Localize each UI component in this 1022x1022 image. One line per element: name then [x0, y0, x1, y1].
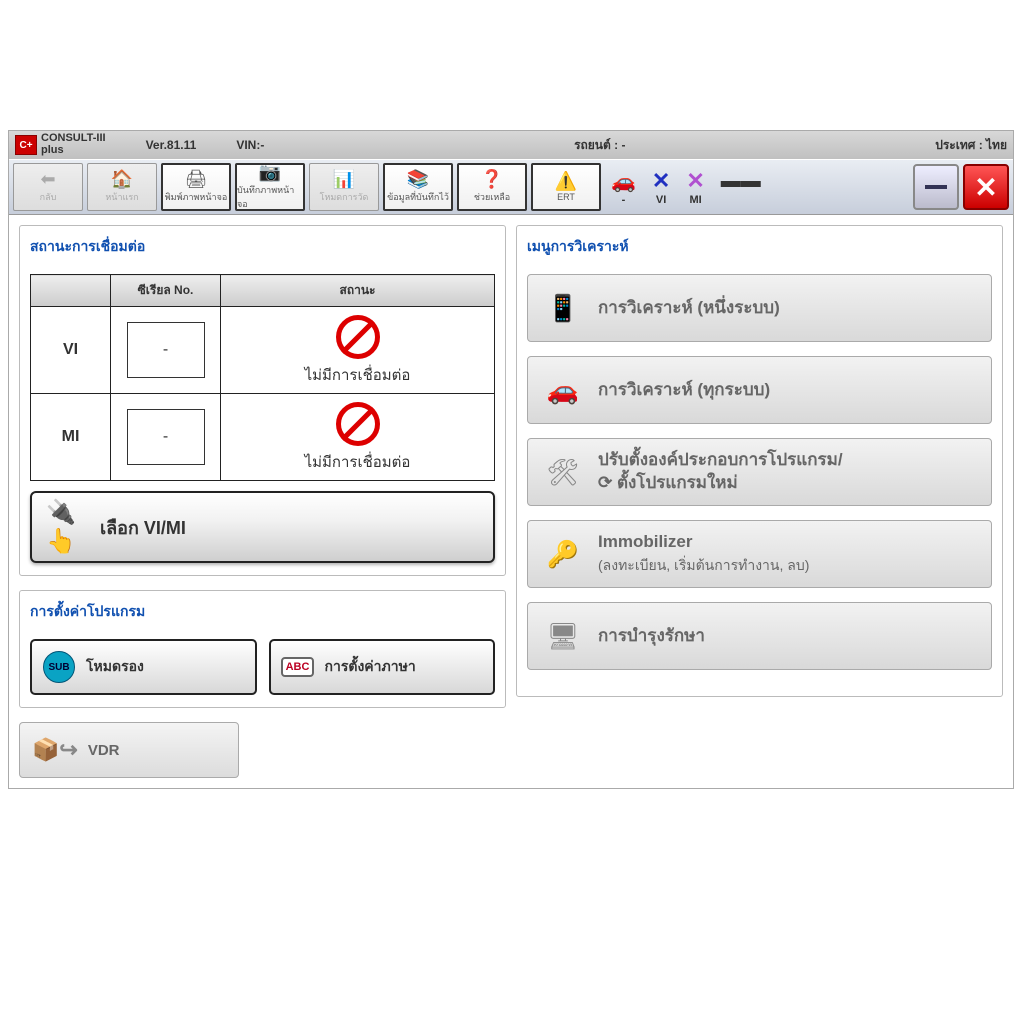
vin-label: VIN:-: [236, 138, 264, 152]
config-icon: 🛠: [542, 457, 584, 488]
help-button[interactable]: ❓ ช่วยเหลือ: [457, 163, 527, 211]
maintenance-button[interactable]: 🖥 การบำรุงรักษา: [527, 602, 992, 670]
connection-panel: สถานะการเชื่อมต่อ ซีเรียล No. สถานะ VI -…: [19, 225, 506, 576]
diag-one-system-button[interactable]: 📱 การวิเคราะห์ (หนึ่งระบบ): [527, 274, 992, 342]
back-arrow-icon: ⬅: [40, 170, 55, 188]
table-row: MI - ไม่มีการเชื่อมต่อ: [31, 394, 495, 481]
home-button[interactable]: 🏠 หน้าแรก: [87, 163, 157, 211]
settings-panel: การตั้งค่าโปรแกรม SUB โหมดรอง ABC การตั้…: [19, 590, 506, 708]
vi-status-icon: ✕ VI: [652, 168, 670, 206]
connection-table: ซีเรียล No. สถานะ VI - ไม่มีการเชื่อมต่อ…: [30, 274, 495, 481]
col-status: สถานะ: [221, 275, 495, 307]
ert-button[interactable]: ⚠️ ERT: [531, 163, 601, 211]
diag-all-systems-button[interactable]: 🚗 การวิเคราะห์ (ทุกระบบ): [527, 356, 992, 424]
print-screen-button[interactable]: 🖨 พิมพ์ภาพหน้าจอ: [161, 163, 231, 211]
recorded-data-button[interactable]: 📚 ข้อมูลที่บันทึกไว้: [383, 163, 453, 211]
col-blank: [31, 275, 111, 307]
monitor-icon: 🖥: [542, 621, 584, 652]
sub-mode-button[interactable]: SUB โหมดรอง: [30, 639, 257, 695]
printer-icon: 🖨: [185, 170, 208, 188]
key-icon: 🔑: [542, 539, 584, 570]
abc-badge-icon: ABC: [279, 648, 317, 686]
home-icon: 🏠: [111, 170, 133, 188]
app-title: CONSULT-III plus: [41, 133, 106, 156]
recorded-icon: 📚: [407, 170, 429, 188]
vehicle-status-icon: 🚗 -: [611, 169, 636, 206]
table-row: VI - ไม่มีการเชื่อมต่อ: [31, 307, 495, 394]
toolbar: ⬅ กลับ 🏠 หน้าแรก 🖨 พิมพ์ภาพหน้าจอ 📷 บันท…: [9, 159, 1013, 215]
vi-status-text: ไม่มีการเชื่อมต่อ: [227, 363, 488, 387]
no-connection-icon: [336, 315, 380, 359]
mi-status-icon: ✕ MI: [686, 168, 704, 206]
diag-menu-title: เมนูการวิเคราะห์: [527, 234, 992, 264]
version-label: Ver.81.11: [146, 138, 197, 152]
mobile-icon: 📱: [542, 293, 584, 324]
reprogram-button[interactable]: 🛠 ปรับตั้งองค์ประกอบการโปรแกรม/ ⟳ ตั้งโป…: [527, 438, 992, 506]
connection-title: สถานะการเชื่อมต่อ: [30, 234, 495, 264]
vi-serial-value: -: [127, 322, 205, 378]
minimize-button[interactable]: [913, 164, 959, 210]
select-device-icon: 🔌👆: [46, 498, 90, 556]
help-icon: ❓: [481, 170, 503, 188]
sub-badge-icon: SUB: [40, 648, 78, 686]
language-button[interactable]: ABC การตั้งค่าภาษา: [269, 639, 496, 695]
measurement-mode-button[interactable]: 📊 โหมดการวัด: [309, 163, 379, 211]
measure-icon: 📊: [333, 170, 355, 188]
col-serial: ซีเรียล No.: [111, 275, 221, 307]
close-button[interactable]: ✕: [963, 164, 1009, 210]
no-connection-icon: [336, 402, 380, 446]
vehicle-label: รถยนต์ : -: [574, 136, 625, 155]
capture-screen-button[interactable]: 📷 บันทึกภาพหน้าจอ: [235, 163, 305, 211]
battery-status-icon: ▬▬: [721, 170, 761, 205]
settings-title: การตั้งค่าโปรแกรม: [30, 599, 495, 629]
minimize-icon: [925, 185, 947, 189]
info-bar: C+ CONSULT-III plus Ver.81.11 VIN:- รถยน…: [9, 131, 1013, 159]
warning-icon: ⚠️: [555, 172, 577, 190]
country-label: ประเทศ : ไทย: [935, 136, 1007, 155]
vdr-button[interactable]: 📦↪ VDR: [19, 722, 239, 778]
immobilizer-button[interactable]: 🔑 Immobilizer (ลงทะเบียน, เริ่มต้นการทำง…: [527, 520, 992, 588]
diag-menu-panel: เมนูการวิเคราะห์ 📱 การวิเคราะห์ (หนึ่งระ…: [516, 225, 1003, 697]
car-diag-icon: 🚗: [542, 375, 584, 406]
mi-status-text: ไม่มีการเชื่อมต่อ: [227, 450, 488, 474]
mi-serial-value: -: [127, 409, 205, 465]
app-logo-icon: C+: [15, 135, 37, 155]
close-icon: ✕: [974, 171, 997, 204]
back-button[interactable]: ⬅ กลับ: [13, 163, 83, 211]
select-vi-mi-button[interactable]: 🔌👆 เลือก VI/MI: [30, 491, 495, 563]
vdr-icon: 📦↪: [32, 737, 78, 763]
camera-icon: 📷: [259, 163, 281, 181]
